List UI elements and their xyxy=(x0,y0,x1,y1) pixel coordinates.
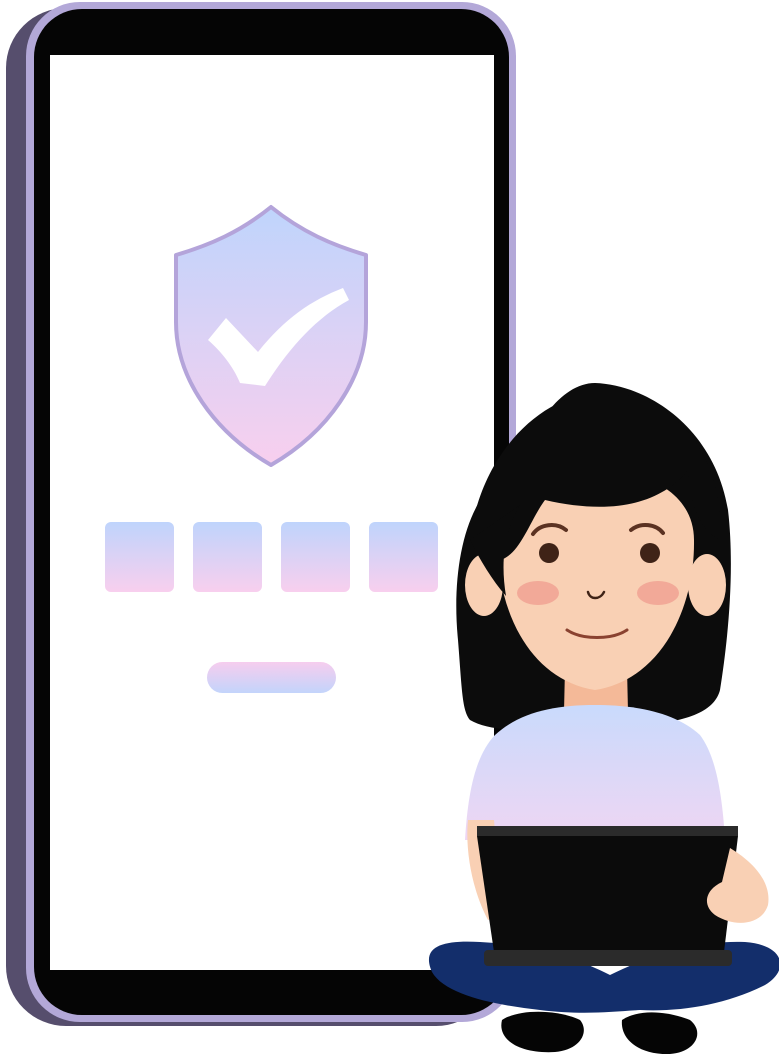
laptop-lid xyxy=(477,836,738,952)
right-ear xyxy=(688,554,726,616)
code-box-1[interactable] xyxy=(105,522,174,592)
laptop-icon xyxy=(477,826,738,966)
code-box-3[interactable] xyxy=(281,522,350,592)
verification-illustration xyxy=(6,2,779,1055)
code-box-4[interactable] xyxy=(369,522,438,592)
right-foot xyxy=(621,1012,698,1055)
laptop-lid-edge xyxy=(477,826,738,836)
right-cheek xyxy=(637,581,679,605)
code-box-2[interactable] xyxy=(193,522,262,592)
left-foot xyxy=(501,1011,584,1053)
laptop-base xyxy=(484,950,732,966)
phone-screen xyxy=(50,55,494,970)
left-eye xyxy=(539,543,559,563)
confirm-button[interactable] xyxy=(207,662,336,693)
phone xyxy=(6,2,516,1026)
right-eye xyxy=(640,543,660,563)
left-cheek xyxy=(517,581,559,605)
